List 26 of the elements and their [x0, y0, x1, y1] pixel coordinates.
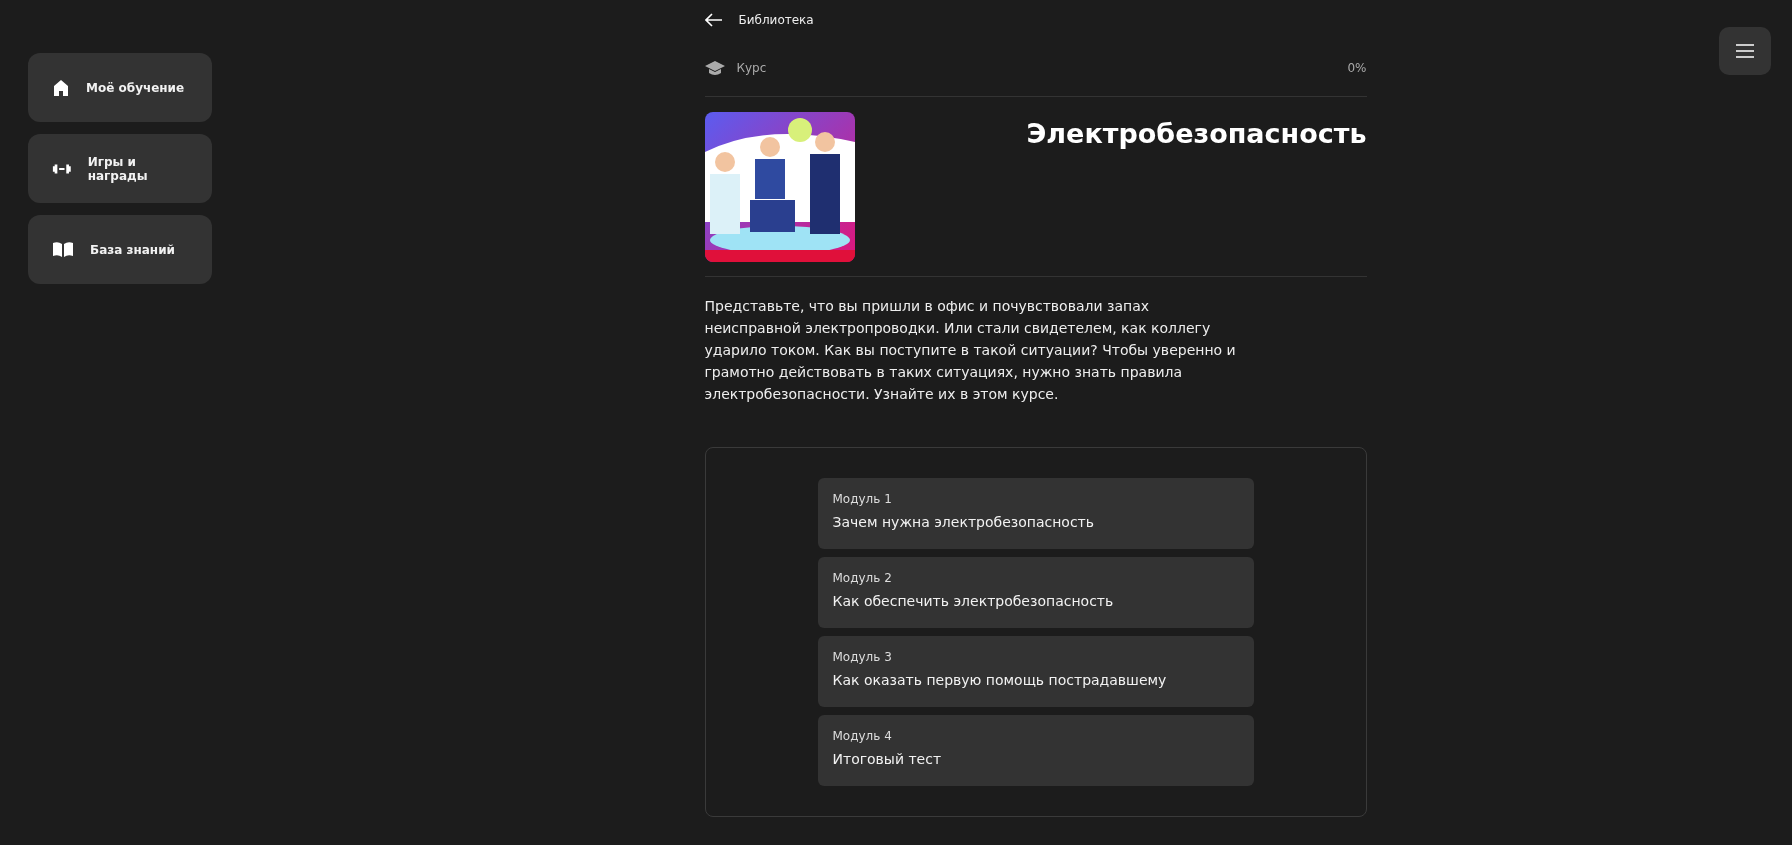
module-title: Как обеспечить электробезопасность	[832, 593, 1115, 609]
module-card[interactable]: Модуль 1 Зачем нужна электробезопасность	[817, 478, 1254, 549]
module-number: Модуль 2	[832, 571, 893, 585]
sidebar-item[interactable]: Игры и награды	[28, 134, 212, 203]
module-title: Итоговый тест	[832, 751, 943, 767]
sidebar-item[interactable]: База знаний	[28, 215, 212, 284]
module-card[interactable]: Модуль 2 Как обеспечить электробезопасность	[817, 557, 1254, 628]
module-title: Зачем нужна электробезопасность	[832, 514, 1095, 530]
graduation-cap-icon	[704, 60, 725, 76]
course-title: Электробезопасность	[1026, 118, 1367, 149]
home-icon	[52, 78, 70, 97]
open-book-icon	[52, 241, 74, 258]
module-card[interactable]: Модуль 4 Итоговый тест	[817, 715, 1254, 786]
module-number: Модуль 1	[832, 492, 893, 506]
menu-icon	[1736, 44, 1754, 58]
module-number: Модуль 4	[832, 729, 893, 743]
back-arrow-icon	[704, 13, 723, 27]
course-type-label: Курс	[736, 61, 767, 75]
progress-percent: 0%	[1347, 61, 1367, 75]
course-description: Представьте, что вы пришли в офис и почувствовали запах неисправной электропроводки. Или стали свидетелем, как коллегу ударило током. Как вы поступите в такой ситуации? Чтобы уверенно и грамотно действовать в таких ситуациях, нужно знать правила электробезопасности. Узнайте их в этом курсе.	[704, 297, 1237, 404]
menu-button[interactable]	[1719, 27, 1771, 75]
module-number: Модуль 3	[832, 650, 893, 664]
module-title: Как оказать первую помощь пострадавшему	[832, 672, 1168, 688]
back-link[interactable]: Библиотека	[704, 0, 814, 40]
sidebar-item[interactable]: Моё обучение	[28, 53, 212, 122]
module-card[interactable]: Модуль 3 Как оказать первую помощь пострадавшему	[817, 636, 1254, 707]
